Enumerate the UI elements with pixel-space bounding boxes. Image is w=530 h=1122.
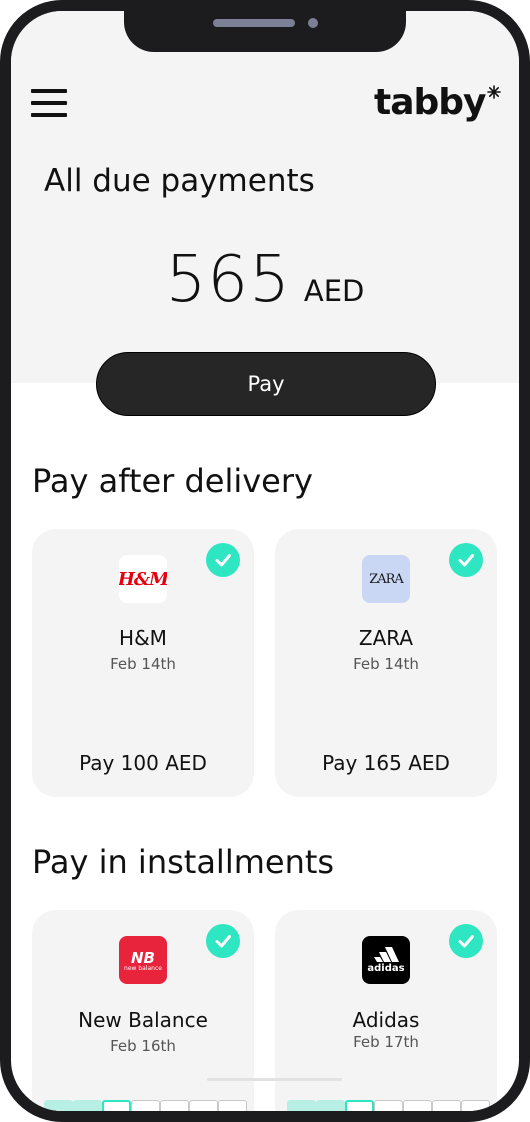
total-due: 565 AED — [11, 243, 519, 317]
installment-card-new-balance[interactable]: NB new balance New Balance Feb 16th — [32, 910, 254, 1111]
hamburger-menu-icon[interactable] — [31, 89, 67, 119]
svg-text:NB: NB — [131, 949, 155, 965]
installment-segment-paid — [316, 1100, 345, 1111]
checkmark-icon — [449, 924, 483, 958]
hm-logo-icon: H&M — [119, 555, 167, 603]
pay-amount-label: Pay 100 AED — [79, 751, 207, 775]
payment-date: Feb 14th — [353, 655, 419, 673]
section-title-installments: Pay in installments — [32, 843, 335, 881]
installment-progress — [287, 1100, 490, 1111]
brand-name: Adidas — [352, 1008, 420, 1032]
phone-frame: tabby All due payments 565 AED Pay Pay a… — [0, 0, 530, 1122]
new-balance-logo-icon: NB new balance — [119, 936, 167, 984]
installment-segment-upcoming — [403, 1100, 432, 1111]
total-amount: 565 — [165, 243, 291, 317]
adidas-logo-icon: adidas — [362, 936, 410, 984]
checkmark-icon — [206, 924, 240, 958]
zara-logo-text: ZARA — [369, 571, 404, 587]
new-balance-logo-text: new balance — [124, 964, 162, 972]
pay-amount-label: Pay 165 AED — [322, 751, 450, 775]
hm-logo-text: H&M — [119, 568, 167, 590]
tabby-logo: tabby — [374, 81, 501, 127]
payment-card-hm[interactable]: H&M H&M Feb 14th Pay 100 AED — [32, 529, 254, 797]
installment-segment-upcoming — [160, 1100, 189, 1111]
checkmark-icon — [449, 543, 483, 577]
adidas-stripes-icon — [374, 947, 399, 962]
payment-date: Feb 14th — [110, 655, 176, 673]
speaker-grille — [213, 19, 295, 27]
total-currency: AED — [303, 274, 365, 308]
installment-segment-paid — [44, 1100, 73, 1111]
nb-mark-icon: NB — [131, 949, 155, 965]
logo-text: tabby — [374, 82, 487, 123]
tabby-star-icon — [486, 85, 501, 99]
installment-segment-paid — [73, 1100, 102, 1111]
installment-segment-current — [102, 1100, 131, 1111]
installment-segment-upcoming — [218, 1100, 247, 1111]
checkmark-icon — [206, 543, 240, 577]
payment-card-zara[interactable]: ZARA ZARA Feb 14th Pay 165 AED — [275, 529, 497, 797]
page-title: All due payments — [44, 163, 315, 199]
payment-date: Feb 16th — [110, 1037, 176, 1055]
brand-name: ZARA — [358, 626, 414, 650]
installment-segment-upcoming — [131, 1100, 160, 1111]
installment-segment-paid — [287, 1100, 316, 1111]
phone-notch — [124, 11, 406, 52]
installment-segment-current — [345, 1100, 374, 1111]
installment-segment-upcoming — [374, 1100, 403, 1111]
installment-segment-upcoming — [432, 1100, 461, 1111]
installment-segment-upcoming — [189, 1100, 218, 1111]
pay-button[interactable]: Pay — [96, 352, 436, 416]
installment-progress — [44, 1100, 247, 1111]
payment-date: Feb 17th — [353, 1033, 419, 1051]
section-title-after-delivery: Pay after delivery — [32, 462, 313, 500]
adidas-logo-text: adidas — [367, 963, 405, 974]
installment-card-adidas[interactable]: adidas Adidas Feb 17th — [275, 910, 497, 1111]
zara-logo-icon: ZARA — [362, 555, 410, 603]
front-camera — [308, 18, 318, 28]
brand-name: New Balance — [78, 1008, 208, 1032]
installment-segment-upcoming — [461, 1100, 490, 1111]
brand-name: H&M — [119, 626, 167, 650]
home-indicator[interactable] — [207, 1078, 342, 1081]
